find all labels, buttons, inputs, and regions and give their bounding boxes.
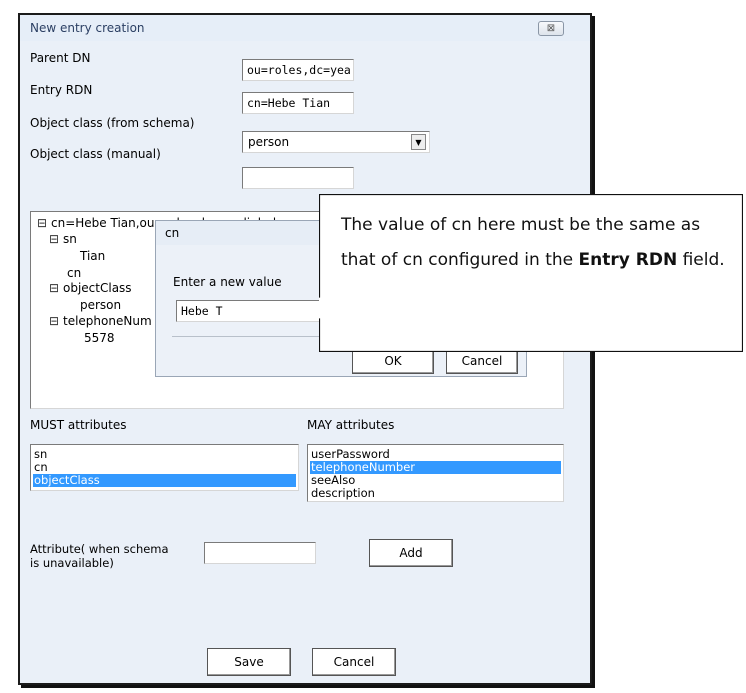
may-attributes-list[interactable]: userPassword telephoneNumber seeAlso des… <box>307 444 564 502</box>
object-class-schema-label: Object class (from schema) <box>30 116 195 130</box>
must-attributes-label: MUST attributes <box>30 418 127 432</box>
close-icon: ⊠ <box>546 23 556 34</box>
collapse-icon[interactable]: ⊟ <box>49 281 59 295</box>
tree-node-sn[interactable]: sn <box>63 232 77 246</box>
object-class-manual-field[interactable] <box>242 167 354 189</box>
add-button[interactable]: Add <box>369 539 453 567</box>
entry-rdn-field[interactable]: cn=Hebe Tian <box>242 92 354 114</box>
list-item-selected[interactable]: objectClass <box>33 474 296 487</box>
save-button[interactable]: Save <box>207 648 291 676</box>
collapse-icon[interactable]: ⊟ <box>49 232 59 246</box>
tree-node-telephone-value[interactable]: 5578 <box>84 331 115 345</box>
object-class-selected-value: person <box>248 135 290 149</box>
callout-annotation: The value of cn here must be the same as… <box>319 194 743 352</box>
title-bar: New entry creation ⊠ <box>20 15 590 41</box>
may-attributes-label: MAY attributes <box>307 418 395 432</box>
tree-node-sn-value[interactable]: Tian <box>80 249 105 263</box>
attribute-label-line2: is unavailable) <box>30 556 114 570</box>
callout-text-after: field. <box>677 250 725 270</box>
chevron-down-icon[interactable]: ▼ <box>411 134 426 150</box>
parent-dn-field[interactable]: ou=roles,dc=yea <box>242 59 354 81</box>
tree-node-objectclass-value[interactable]: person <box>80 298 121 312</box>
dialog-title: cn <box>165 226 180 240</box>
attribute-label-line1: Attribute( when schema <box>30 542 169 556</box>
dialog-prompt: Enter a new value <box>173 275 282 289</box>
tree-node-telephone[interactable]: telephoneNum <box>63 314 152 328</box>
close-button[interactable]: ⊠ <box>538 21 564 36</box>
object-class-manual-label: Object class (manual) <box>30 147 161 161</box>
parent-dn-label: Parent DN <box>30 51 91 65</box>
cancel-button[interactable]: Cancel <box>312 648 396 676</box>
list-item[interactable]: sn <box>33 448 296 461</box>
attribute-field[interactable] <box>204 542 316 564</box>
must-attributes-list[interactable]: sn cn objectClass <box>30 444 299 491</box>
list-item[interactable]: description <box>310 487 561 500</box>
object-class-select[interactable]: person ▼ <box>242 131 430 153</box>
window-title: New entry creation <box>30 21 145 35</box>
entry-rdn-label: Entry RDN <box>30 83 93 97</box>
collapse-icon[interactable]: ⊟ <box>37 216 47 230</box>
tree-node-objectclass[interactable]: objectClass <box>63 281 132 295</box>
callout-text: The value of cn here must be the same as… <box>341 208 736 278</box>
callout-bold-term: Entry RDN <box>578 250 678 270</box>
collapse-icon[interactable]: ⊟ <box>49 314 59 328</box>
tree-node-cn[interactable]: cn <box>67 266 81 280</box>
